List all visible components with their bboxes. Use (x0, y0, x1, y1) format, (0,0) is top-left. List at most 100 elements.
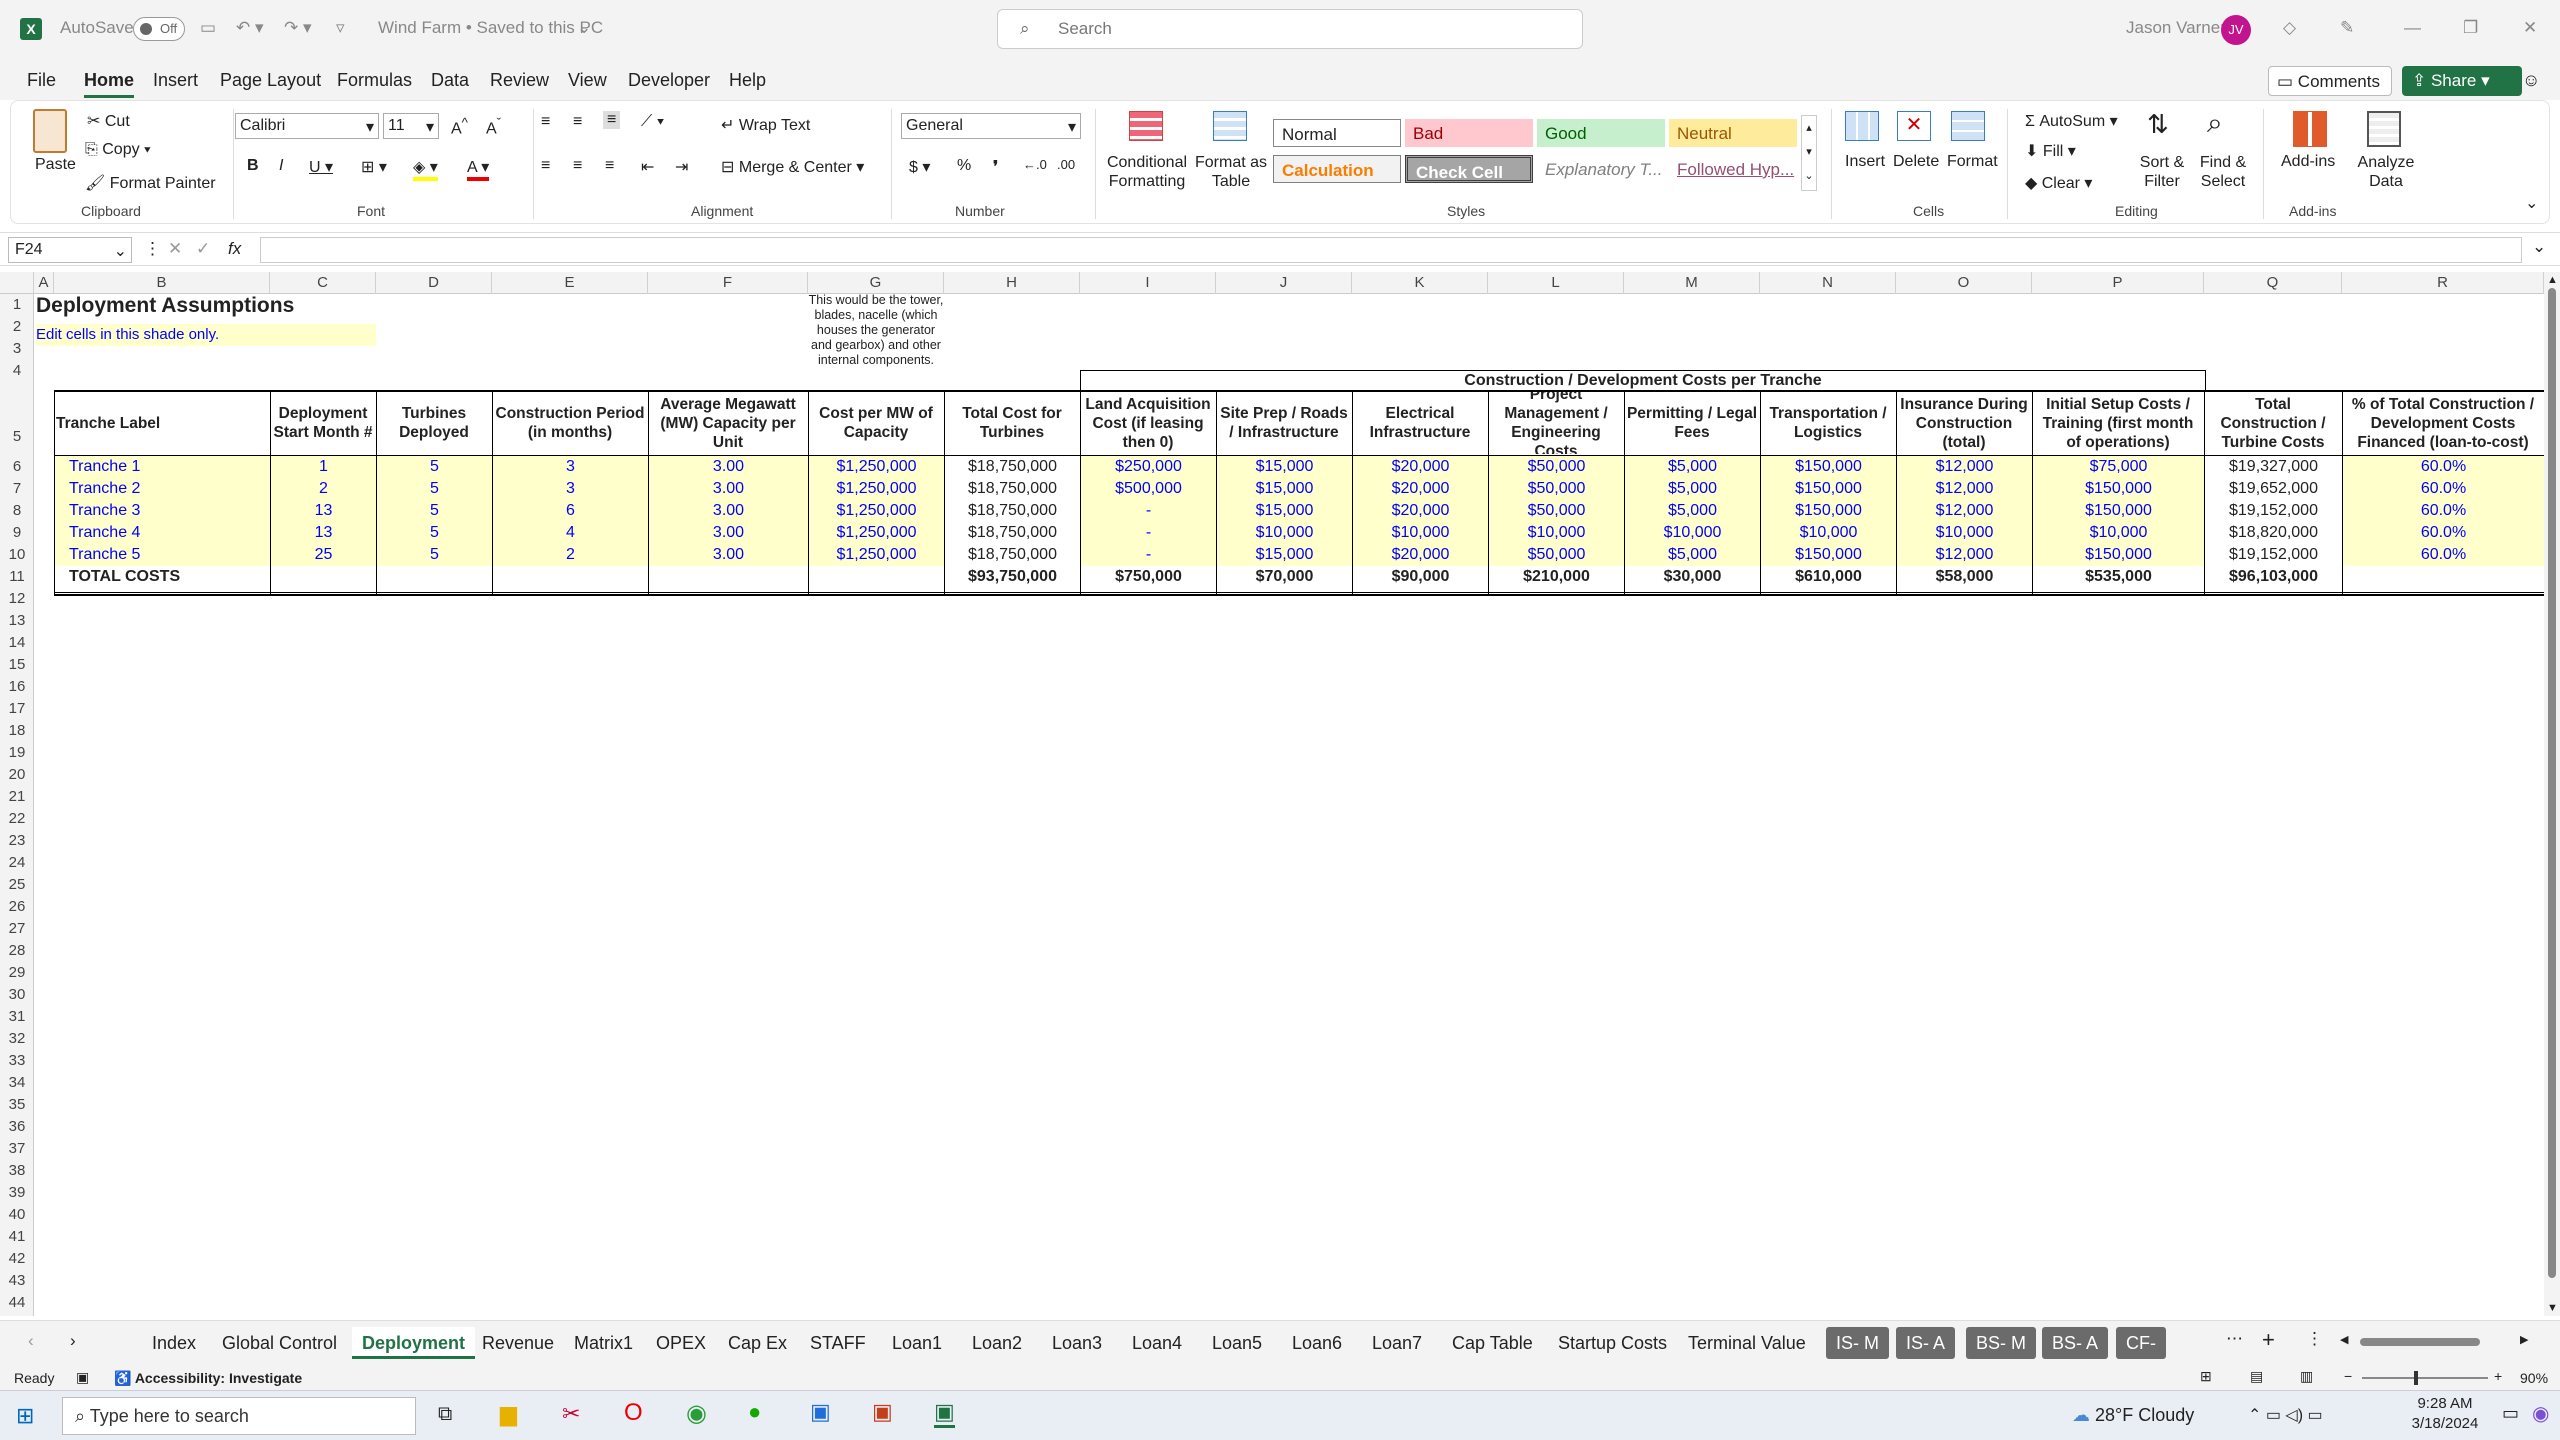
table-cell[interactable]: $10,000 (1625, 522, 1760, 544)
scroll-right-icon[interactable]: ▶ (2520, 1333, 2528, 1346)
decrease-font-icon[interactable]: Aˇ (486, 115, 501, 138)
horizontal-scrollbar[interactable]: ◀ ▶ (2340, 1333, 2530, 1349)
italic-icon[interactable]: I (279, 157, 283, 175)
feedback-icon[interactable]: ☺ (2522, 70, 2540, 91)
sheet-tab[interactable]: BS- A (2042, 1327, 2109, 1359)
comments-button[interactable]: ▭ Comments (2268, 66, 2392, 96)
comma-icon[interactable]: ❜ (993, 157, 998, 177)
row-header[interactable]: 19 (0, 742, 34, 764)
column-heading[interactable]: Site Prep / Roads / Infrastructure (1218, 392, 1350, 454)
table-cell[interactable]: 60.0% (2343, 522, 2544, 544)
premium-diamond-icon[interactable]: ◇ (2283, 18, 2296, 38)
zoom-level[interactable]: 90% (2520, 1370, 2548, 1386)
column-heading[interactable]: Insurance During Construction (total) (1898, 392, 2030, 454)
column-heading[interactable]: Electrical Infrastructure (1354, 392, 1486, 454)
row-header[interactable]: 35 (0, 1094, 34, 1116)
table-cell[interactable]: $12,000 (1897, 544, 2032, 566)
table-cell[interactable]: $1,250,000 (809, 522, 944, 544)
row-header[interactable]: 37 (0, 1138, 34, 1160)
sheet-tab[interactable]: IS- M (1826, 1327, 1889, 1359)
excel-taskbar-icon[interactable]: ▣ (934, 1399, 955, 1428)
table-cell[interactable]: Tranche 1 (55, 456, 270, 478)
row-header[interactable]: 12 (0, 588, 34, 610)
page-layout-view-icon[interactable]: ▤ (2250, 1368, 2263, 1385)
row-header[interactable]: 20 (0, 764, 34, 786)
table-cell[interactable]: $5,000 (1625, 456, 1760, 478)
font-name-select[interactable]: Calibri ▾ (235, 113, 379, 139)
table-cell[interactable]: 13 (271, 500, 376, 522)
delete-cells-icon[interactable]: ✕ (1897, 111, 1931, 141)
table-cell[interactable]: $1,250,000 (809, 456, 944, 478)
table-cell[interactable]: $250,000 (1081, 456, 1216, 478)
upwork-icon[interactable]: ● (748, 1399, 761, 1425)
zoom-slider-knob[interactable] (2414, 1371, 2418, 1385)
menu-page-layout[interactable]: Page Layout (220, 70, 321, 91)
macro-record-icon[interactable]: ▣ (76, 1369, 89, 1386)
total-cell[interactable]: $70,000 (1217, 566, 1352, 588)
collapse-ribbon-icon[interactable]: ⌄ (2525, 193, 2538, 213)
column-header[interactable]: J (1216, 272, 1352, 294)
table-cell[interactable]: 60.0% (2343, 500, 2544, 522)
more-options-icon[interactable]: ⋮ (144, 239, 161, 259)
search-box[interactable]: ⌕ Search (997, 9, 1583, 49)
table-cell[interactable]: 4 (493, 522, 648, 544)
row-header[interactable]: 38 (0, 1160, 34, 1182)
autosave-toggle[interactable]: Off (133, 17, 185, 41)
row-header[interactable]: 7 (0, 478, 34, 500)
table-cell[interactable]: 3.00 (649, 544, 808, 566)
column-heading[interactable]: Initial Setup Costs / Training (first mo… (2034, 392, 2202, 454)
total-cell[interactable]: $535,000 (2033, 566, 2204, 588)
column-header[interactable]: L (1488, 272, 1624, 294)
table-cell[interactable]: $150,000 (2033, 478, 2204, 500)
sheet-tab[interactable]: Loan7 (1362, 1327, 1432, 1359)
powerpoint-icon[interactable]: ▣ (872, 1399, 893, 1425)
expand-formula-icon[interactable]: ⌄ (2532, 237, 2546, 257)
merge-center-button[interactable]: ⊟ Merge & Center ▾ (721, 157, 864, 177)
percent-icon[interactable]: % (957, 157, 971, 175)
fill-button[interactable]: ⬇ Fill ▾ (2025, 141, 2076, 161)
column-header[interactable]: M (1624, 272, 1760, 294)
row-header[interactable]: 14 (0, 632, 34, 654)
row-header[interactable]: 16 (0, 676, 34, 698)
align-middle-icon[interactable]: ≡ (573, 113, 582, 131)
find-select-button[interactable]: Find & Select (2193, 153, 2253, 191)
insert-cells-icon[interactable] (1845, 111, 1879, 141)
table-cell[interactable]: $18,750,000 (945, 478, 1080, 500)
column-header[interactable]: Q (2204, 272, 2342, 294)
column-header[interactable]: O (1896, 272, 2032, 294)
sheet-tab[interactable]: Loan6 (1282, 1327, 1352, 1359)
column-header[interactable]: B (54, 272, 270, 294)
font-size-select[interactable]: 11 ▾ (383, 113, 439, 139)
menu-developer[interactable]: Developer (628, 70, 710, 91)
sheet-tab[interactable]: Loan5 (1202, 1327, 1272, 1359)
table-cell[interactable]: $12,000 (1897, 500, 2032, 522)
table-cell[interactable]: $19,152,000 (2205, 544, 2342, 566)
vertical-scrollbar[interactable]: ▲ ▼ (2544, 272, 2560, 1316)
column-heading[interactable]: Permitting / Legal Fees (1626, 392, 1758, 454)
column-heading[interactable]: Deployment Start Month # (272, 392, 374, 454)
increase-indent-icon[interactable]: ⇥ (675, 157, 688, 177)
column-header[interactable]: C (270, 272, 376, 294)
conditional-formatting-button[interactable]: Conditional Formatting (1105, 153, 1189, 191)
column-heading[interactable]: % of Total Construction / Development Co… (2344, 392, 2542, 454)
cut-button[interactable]: ✂ Cut (87, 111, 130, 131)
row-header[interactable]: 34 (0, 1072, 34, 1094)
table-cell[interactable]: $18,750,000 (945, 456, 1080, 478)
table-cell[interactable]: $20,000 (1353, 478, 1488, 500)
restore-icon[interactable]: ❐ (2463, 18, 2478, 38)
sheet-tab[interactable]: OPEX (646, 1327, 716, 1359)
table-cell[interactable]: 5 (377, 456, 492, 478)
table-cell[interactable]: 6 (493, 500, 648, 522)
windows-start-icon[interactable]: ⊞ (16, 1403, 34, 1429)
table-cell[interactable]: $5,000 (1625, 544, 1760, 566)
column-header[interactable]: N (1760, 272, 1896, 294)
sheet-tab[interactable]: Loan2 (962, 1327, 1032, 1359)
align-center-icon[interactable]: ≡ (573, 157, 582, 175)
menu-insert[interactable]: Insert (153, 70, 198, 91)
format-painter-button[interactable]: 🖌 Format Painter (85, 173, 216, 193)
workbook-title[interactable]: Wind Farm • Saved to this PC (378, 18, 603, 38)
table-cell[interactable]: - (1081, 522, 1216, 544)
accessibility-status[interactable]: ♿ Accessibility: Investigate (114, 1370, 302, 1387)
table-cell[interactable]: $18,750,000 (945, 522, 1080, 544)
paste-button[interactable]: Paste (35, 156, 76, 174)
